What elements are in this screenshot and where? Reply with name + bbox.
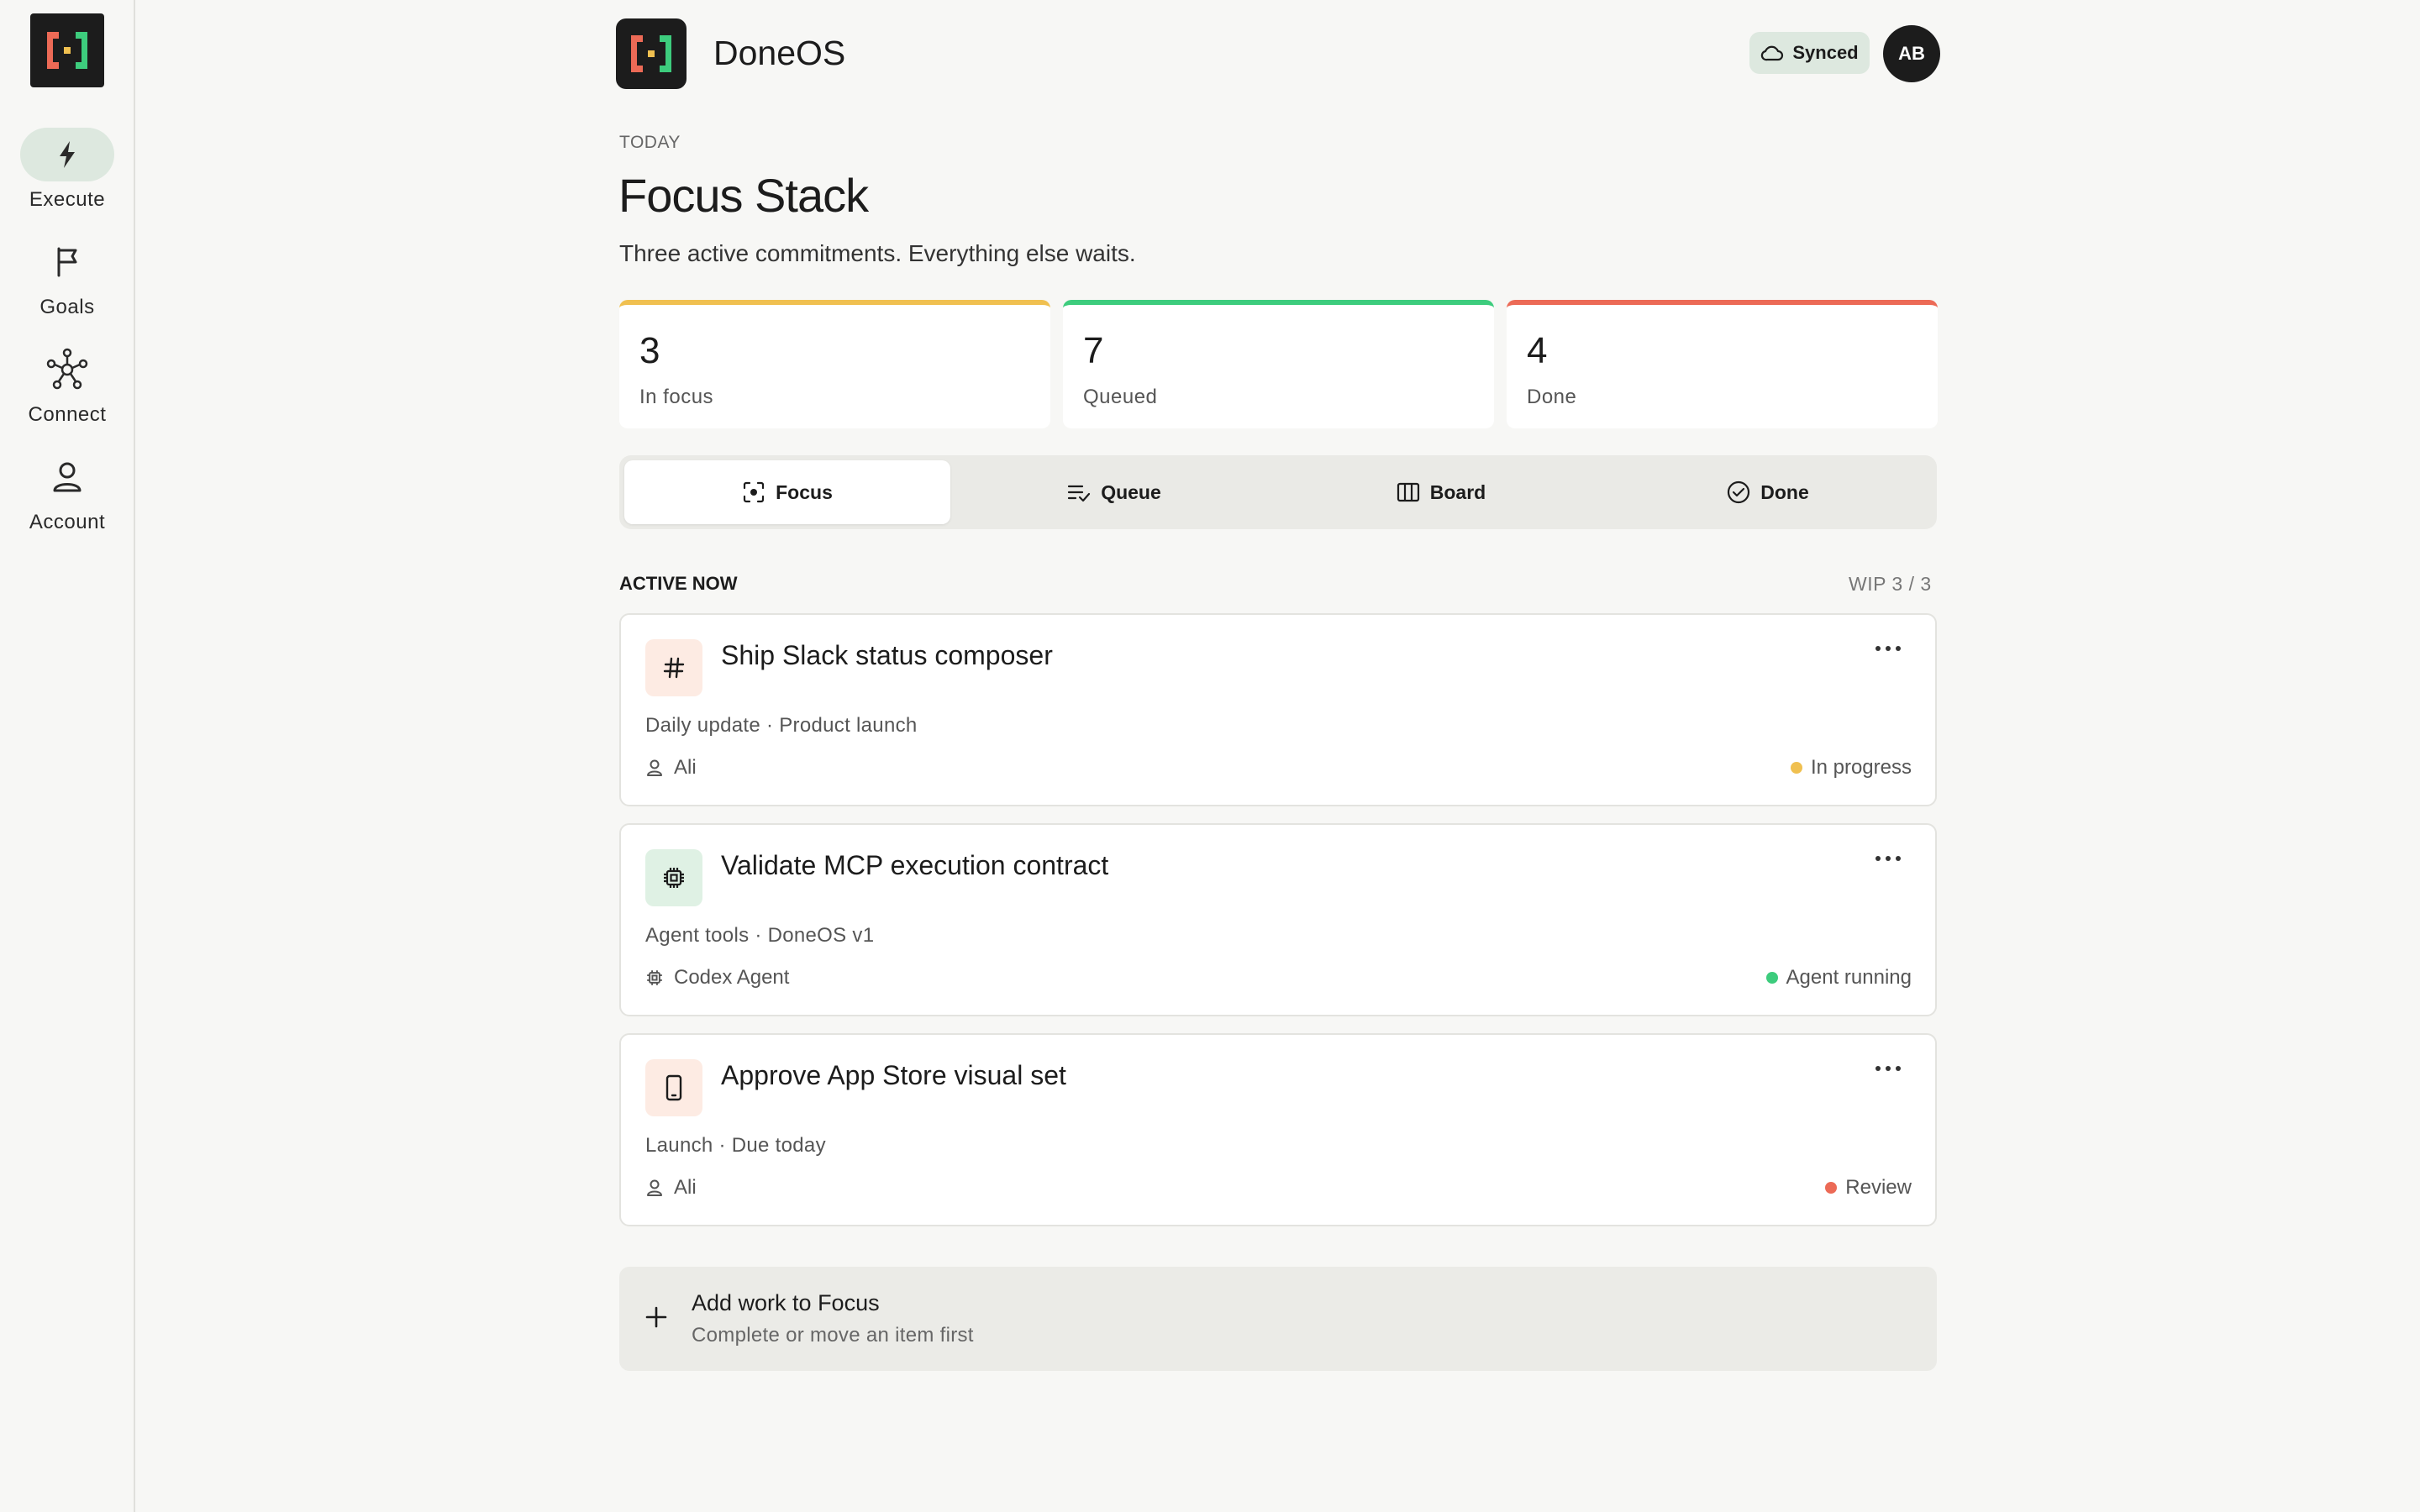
- bolt-icon: [60, 141, 75, 168]
- stat-label: In focus: [639, 386, 714, 408]
- sidebar-item-label: Goals: [39, 296, 95, 318]
- task-card[interactable]: Ship Slack status composer Daily update …: [619, 613, 1937, 806]
- task-card[interactable]: Approve App Store visual set Launch · Du…: [619, 1033, 1937, 1226]
- page-eyebrow: TODAY: [619, 133, 681, 152]
- status-badge: Review: [1825, 1176, 1912, 1200]
- hash-icon: [663, 657, 685, 679]
- task-owner-name: Codex Agent: [674, 966, 790, 989]
- app-logo-icon[interactable]: [30, 13, 104, 87]
- add-work-title: Add work to Focus: [692, 1290, 880, 1315]
- add-work-subtitle: Complete or move an item first: [692, 1324, 974, 1347]
- stat-value: 7: [1083, 330, 1104, 371]
- sidebar-item-execute-pill[interactable]: [20, 128, 114, 181]
- stat-value: 4: [1527, 330, 1548, 371]
- task-owner: Ali: [645, 756, 697, 780]
- user-icon: [647, 1179, 662, 1196]
- sidebar-item-label: Connect: [28, 403, 107, 426]
- sidebar-item-connect-pill[interactable]: [20, 343, 114, 396]
- sidebar-item-account-pill[interactable]: [20, 450, 114, 504]
- stat-label: Queued: [1083, 386, 1158, 408]
- stat-value: 3: [639, 330, 660, 371]
- status-dot: [1825, 1182, 1838, 1194]
- tab-done[interactable]: Done: [1605, 460, 1931, 524]
- sync-status-label: Synced: [1792, 42, 1859, 63]
- task-meta: Agent tools · DoneOS v1: [645, 924, 875, 947]
- stat-card-queued: 7 Queued: [1063, 300, 1494, 428]
- status-label: In progress: [1810, 756, 1912, 779]
- task-title: Approve App Store visual set: [721, 1060, 1066, 1090]
- task-icon-badge: [645, 849, 702, 906]
- flag-icon: [57, 247, 77, 277]
- avatar[interactable]: AB: [1883, 25, 1940, 82]
- sidebar-item-connect[interactable]: Connect: [0, 343, 134, 427]
- task-owner: Codex Agent: [645, 966, 789, 990]
- more-options-icon[interactable]: [1871, 1060, 1905, 1077]
- view-tabs: Focus Queue Board Done: [619, 455, 1937, 529]
- tab-focus[interactable]: Focus: [624, 460, 950, 524]
- stat-card-in-focus: 3 In focus: [619, 300, 1050, 428]
- chip-icon: [647, 970, 662, 985]
- task-icon-badge: [645, 639, 702, 696]
- status-label: Review: [1845, 1176, 1912, 1199]
- tab-label: Board: [1429, 480, 1486, 503]
- check-circle-icon: [1728, 480, 1750, 504]
- task-owner: Ali: [645, 1176, 697, 1200]
- header-logo-icon: [616, 18, 687, 89]
- task-meta: Daily update · Product launch: [645, 714, 918, 737]
- page-subtitle: Three active commitments. Everything els…: [619, 240, 1136, 266]
- phone-icon: [666, 1074, 682, 1101]
- more-options-icon[interactable]: [1871, 640, 1905, 657]
- focus-icon: [744, 481, 765, 503]
- stat-card-done: 4 Done: [1507, 300, 1938, 428]
- user-icon: [53, 462, 82, 492]
- sidebar-item-execute[interactable]: Execute: [0, 128, 134, 212]
- status-badge: In progress: [1790, 756, 1912, 780]
- cloud-icon: [1761, 45, 1784, 61]
- section-title: ACTIVE NOW: [619, 573, 738, 594]
- status-badge: Agent running: [1765, 966, 1912, 990]
- tab-board[interactable]: Board: [1278, 460, 1604, 524]
- sidebar: Execute Goals Connect Account: [0, 0, 135, 1512]
- board-icon: [1397, 482, 1419, 502]
- user-icon: [647, 759, 662, 776]
- stat-label: Done: [1527, 386, 1577, 408]
- queue-icon: [1068, 485, 1091, 502]
- sidebar-item-label: Account: [29, 511, 106, 533]
- app-title: DoneOS: [713, 34, 846, 72]
- status-label: Agent running: [1786, 966, 1912, 989]
- plus-icon: [645, 1306, 667, 1328]
- sidebar-item-goals[interactable]: Goals: [0, 235, 134, 319]
- tab-label: Done: [1760, 480, 1809, 503]
- task-owner-name: Ali: [674, 1176, 697, 1199]
- status-dot: [1790, 762, 1802, 774]
- task-meta: Launch · Due today: [645, 1134, 826, 1157]
- network-icon: [46, 348, 88, 390]
- tab-queue[interactable]: Queue: [951, 460, 1277, 524]
- task-card[interactable]: Validate MCP execution contract Agent to…: [619, 823, 1937, 1016]
- tab-label: Queue: [1101, 480, 1161, 503]
- sync-status-badge[interactable]: Synced: [1749, 32, 1870, 74]
- task-title: Ship Slack status composer: [721, 640, 1053, 670]
- sidebar-item-label: Execute: [29, 188, 106, 211]
- chip-icon: [664, 868, 684, 888]
- sidebar-item-account[interactable]: Account: [0, 450, 134, 534]
- wip-counter: WIP 3 / 3: [1849, 573, 1932, 595]
- status-dot: [1765, 972, 1778, 984]
- task-icon-badge: [645, 1059, 702, 1116]
- page-title: Focus Stack: [618, 169, 869, 222]
- more-options-icon[interactable]: [1871, 850, 1905, 867]
- add-work-button[interactable]: Add work to Focus Complete or move an it…: [619, 1267, 1937, 1371]
- tab-label: Focus: [776, 480, 833, 503]
- sidebar-item-goals-pill[interactable]: [20, 235, 114, 289]
- task-owner-name: Ali: [674, 756, 697, 779]
- task-title: Validate MCP execution contract: [721, 850, 1109, 880]
